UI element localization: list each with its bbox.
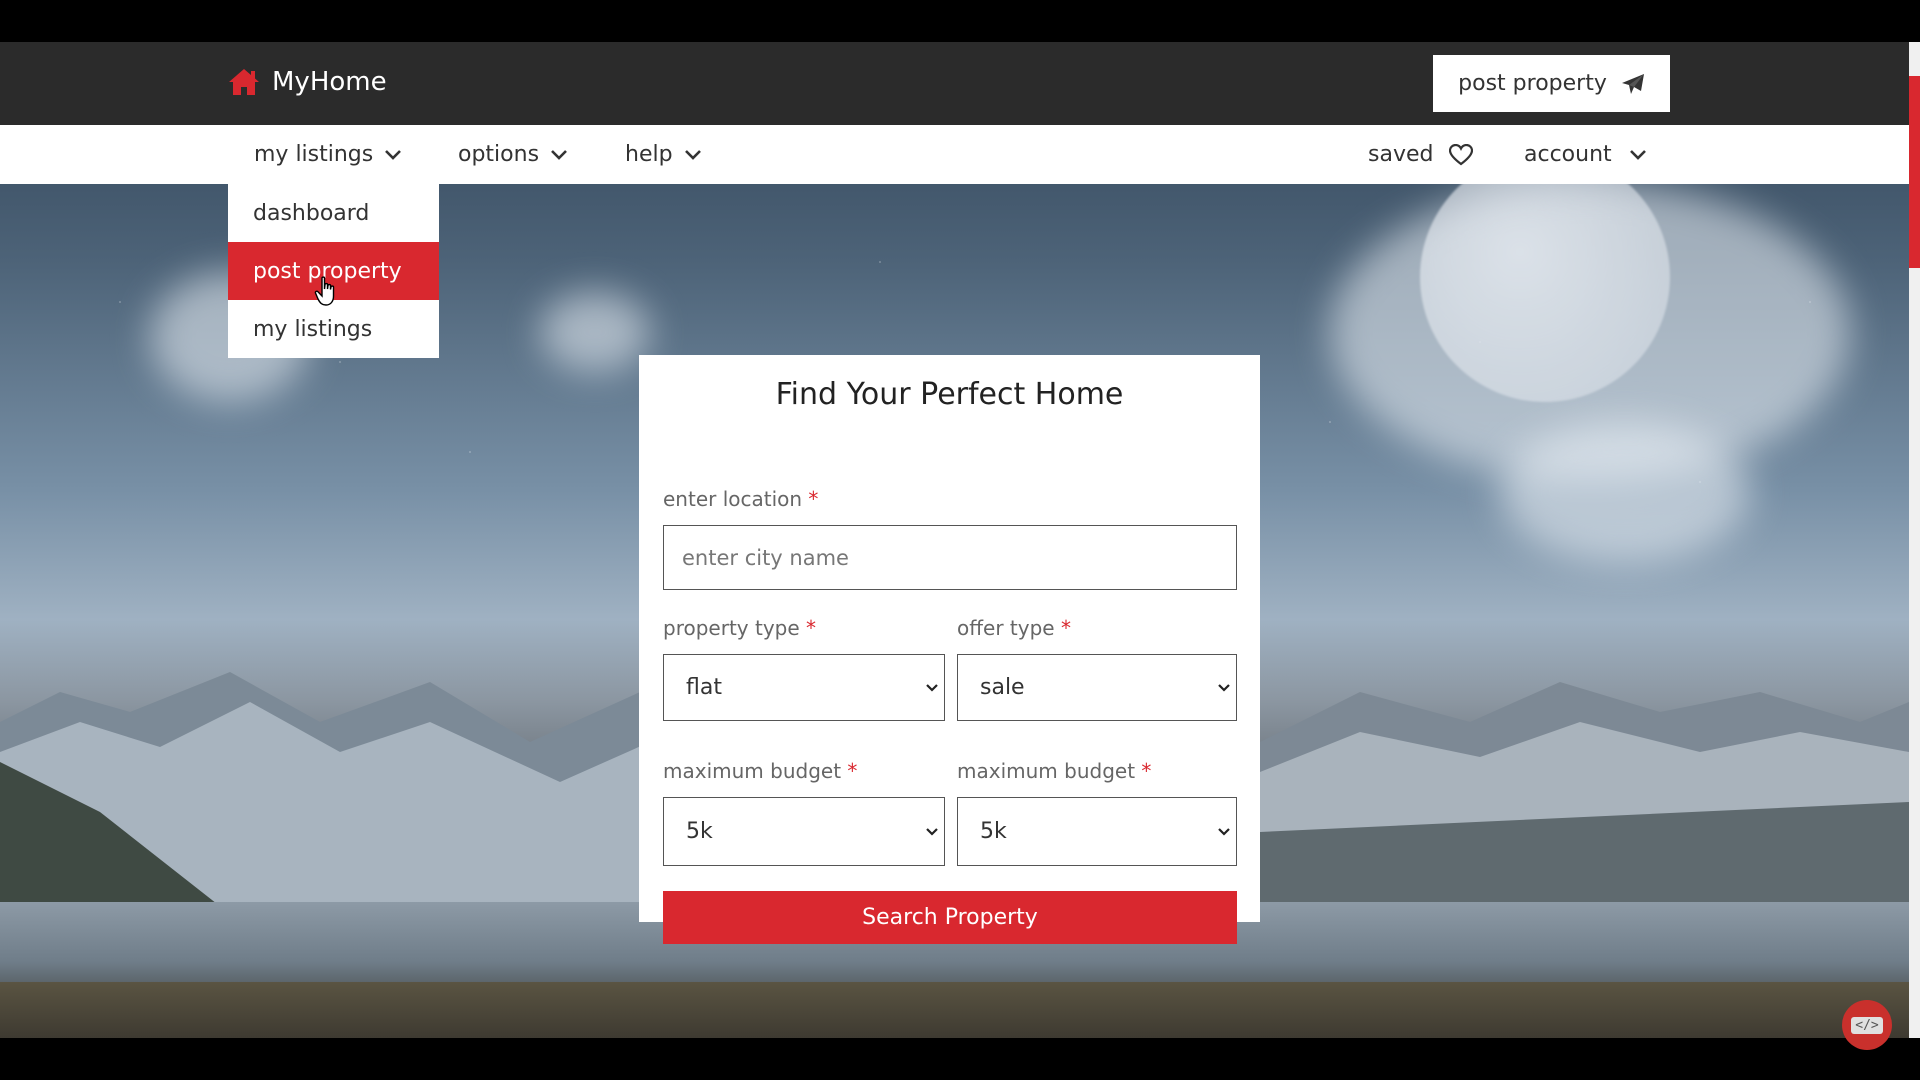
location-input[interactable] (663, 525, 1237, 590)
nav-account-label: account (1524, 142, 1612, 167)
top-header-bar: MyHome post property (0, 42, 1909, 125)
offer-type-label: offer type * (957, 616, 1071, 640)
chevron-down-icon (1629, 149, 1646, 160)
nav-help-label: help (625, 142, 673, 167)
nav-my-listings-label: my listings (254, 142, 374, 167)
budget-max-value: 5k (980, 819, 1007, 844)
search-card-title: Find Your Perfect Home (775, 377, 1124, 412)
home-icon (229, 69, 259, 95)
chevron-down-icon (684, 149, 701, 160)
budget-min-value: 5k (686, 819, 713, 844)
screen: MyHome post property my listings options (0, 0, 1920, 1080)
chevron-down-icon (1218, 827, 1230, 836)
navigation-bar: my listings options help saved account (0, 125, 1909, 184)
property-type-select[interactable]: flat (663, 654, 945, 721)
property-type-label: property type * (663, 616, 817, 640)
code-embed-button[interactable]: </> (1842, 1000, 1892, 1050)
offer-type-select[interactable]: sale (957, 654, 1237, 721)
nav-saved-label: saved (1368, 142, 1434, 167)
menu-item-my-listings[interactable]: my listings (228, 300, 439, 358)
nav-my-listings[interactable]: my listings (254, 125, 402, 184)
nav-options-label: options (458, 142, 540, 167)
web-page: MyHome post property my listings options (0, 42, 1909, 1038)
chevron-down-icon (926, 827, 938, 836)
offer-type-value: sale (980, 675, 1025, 700)
budget-min-select[interactable]: 5k (663, 797, 945, 866)
nav-account[interactable]: account (1524, 125, 1646, 184)
budget-max-select[interactable]: 5k (957, 797, 1237, 866)
nav-help[interactable]: help (625, 125, 701, 184)
budget-max-label: maximum budget * (957, 759, 1152, 783)
menu-item-dashboard[interactable]: dashboard (228, 184, 439, 242)
property-type-value: flat (686, 675, 722, 700)
post-property-label: post property (1458, 71, 1607, 96)
paper-plane-icon (1621, 73, 1644, 94)
post-property-button[interactable]: post property (1433, 55, 1670, 112)
nav-options[interactable]: options (458, 125, 567, 184)
chevron-down-icon (385, 149, 402, 160)
brand-logo[interactable]: MyHome (228, 67, 387, 97)
scrollbar-thumb[interactable] (1909, 76, 1920, 268)
search-card: Find Your Perfect Home enter location * … (639, 355, 1260, 944)
chevron-down-icon (1218, 683, 1230, 692)
budget-min-label: maximum budget * (663, 759, 858, 783)
location-label: enter location * (663, 487, 819, 511)
shoreline (0, 982, 1909, 1038)
search-property-button[interactable]: Search Property (663, 891, 1237, 944)
chevron-down-icon (551, 149, 567, 160)
heart-icon (1449, 143, 1474, 165)
chevron-down-icon (926, 683, 938, 692)
nav-saved[interactable]: saved (1368, 125, 1474, 184)
hand-pointer-cursor-icon (314, 276, 335, 306)
my-listings-dropdown-menu: dashboard post property my listings (228, 184, 439, 358)
code-icon: </> (1851, 1016, 1883, 1034)
page-scrollbar[interactable] (1909, 42, 1920, 1038)
brand-name: MyHome (272, 67, 387, 97)
